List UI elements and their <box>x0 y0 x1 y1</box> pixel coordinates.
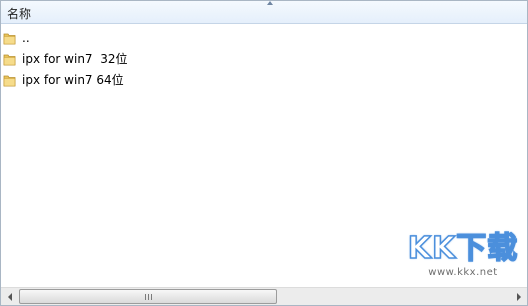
list-item-label: ipx for win7 64位 <box>22 73 124 87</box>
folder-icon <box>3 52 17 66</box>
horizontal-scrollbar[interactable] <box>1 287 527 305</box>
list-item-ipx-win7-64[interactable]: ipx for win7 64位 <box>3 69 523 90</box>
column-header-name[interactable]: 名称 <box>1 1 527 24</box>
grip-icon <box>144 293 152 300</box>
list-item-ipx-win7-32[interactable]: ipx for win7 32位 <box>3 48 523 69</box>
column-header-label: 名称 <box>7 7 32 21</box>
scroll-left-button[interactable] <box>1 288 18 305</box>
watermark-url: www.kkx.net <box>428 267 498 278</box>
folder-icon <box>3 73 17 87</box>
arrow-right-icon <box>516 292 521 301</box>
list-item-label: ipx for win7 32位 <box>22 52 128 66</box>
scroll-right-button[interactable] <box>510 288 527 305</box>
list-item-parent-folder[interactable]: .. <box>3 27 523 48</box>
arrow-left-icon <box>7 292 12 301</box>
scrollbar-thumb[interactable] <box>19 289 277 304</box>
watermark-logo-text: KK下载 <box>407 230 519 267</box>
list-item-label: .. <box>22 30 30 45</box>
file-list: .. ipx for win7 32位 ipx for win7 64位 <box>3 27 523 90</box>
sort-ascending-icon <box>267 1 273 5</box>
folder-icon <box>3 31 17 45</box>
file-list-pane: 名称 .. ipx for win7 32位 ipx for win7 64位 … <box>0 0 528 306</box>
